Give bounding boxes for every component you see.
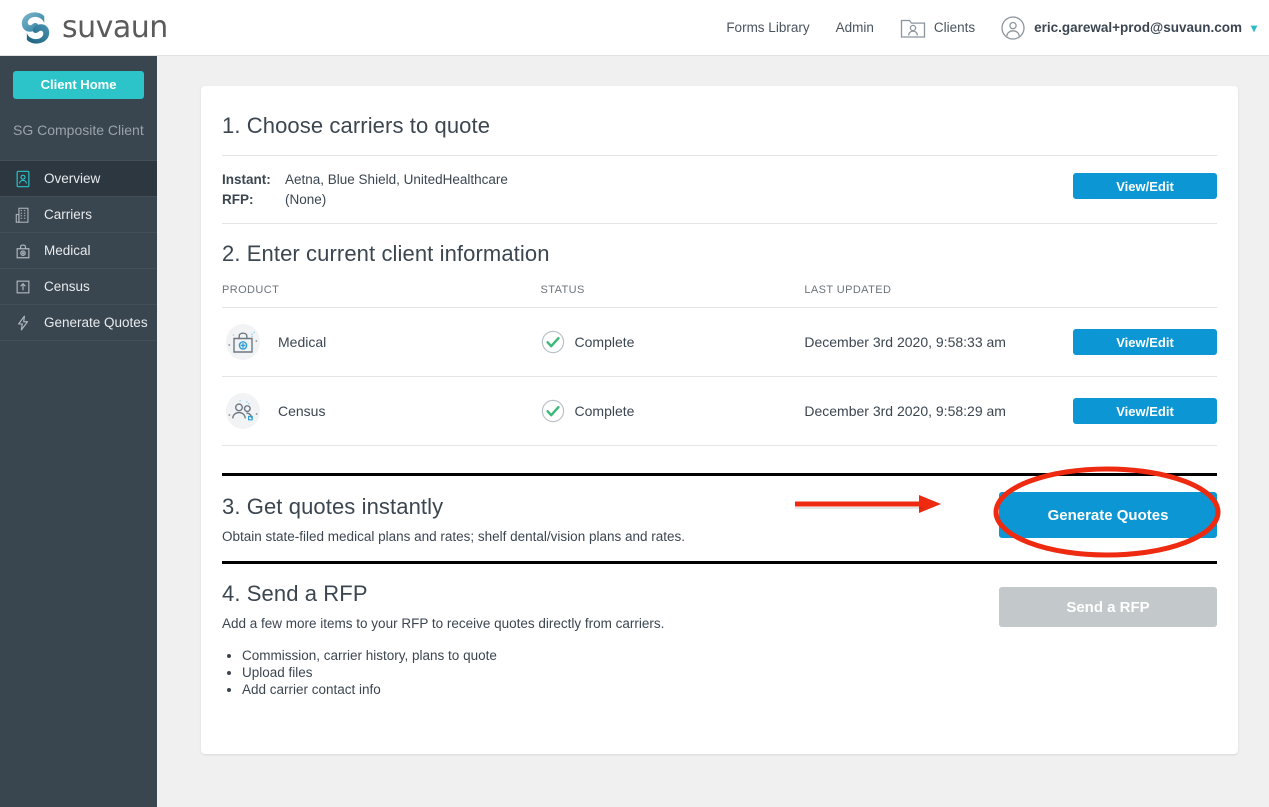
sidebar-item-label: Census xyxy=(44,279,90,294)
list-item: Upload files xyxy=(242,665,1217,681)
upload-box-icon xyxy=(16,280,30,293)
send-rfp-button: Send a RFP xyxy=(999,587,1217,627)
cell-action: View/Edit xyxy=(1073,376,1217,446)
table-row: Census Complete December 3rd 2020, 9:58:… xyxy=(222,376,1217,446)
column-header-action xyxy=(1073,284,1217,308)
nav-clients[interactable]: Clients xyxy=(900,17,975,39)
sidebar-item-label: Medical xyxy=(44,243,91,258)
column-header-product: PRODUCT xyxy=(222,284,541,308)
carrier-summary: Instant: Aetna, Blue Shield, UnitedHealt… xyxy=(222,170,508,210)
sidebar: Client Home SG Composite Client Overview… xyxy=(0,56,157,807)
list-item: Commission, carrier history, plans to qu… xyxy=(242,648,1217,664)
cell-product: Medical xyxy=(222,307,541,377)
medical-bag-icon xyxy=(16,243,30,258)
status-complete-check-icon xyxy=(541,399,564,423)
cell-last-updated: December 3rd 2020, 9:58:29 am xyxy=(804,376,1073,446)
sidebar-item-label: Generate Quotes xyxy=(44,315,148,330)
nav-forms-library[interactable]: Forms Library xyxy=(726,20,809,35)
cell-status: Complete xyxy=(540,376,805,446)
table-row: Medical Complete December 3rd 2020, 9:58… xyxy=(222,307,1217,377)
status-complete-check-icon xyxy=(541,330,564,354)
column-header-status: STATUS xyxy=(540,284,805,308)
suvaun-logo[interactable]: suvaun xyxy=(14,6,168,50)
medical-view-edit-button[interactable]: View/Edit xyxy=(1073,329,1217,355)
product-name: Census xyxy=(278,403,326,419)
section-send-rfp: 4. Send a RFP Add a few more items to yo… xyxy=(222,564,1217,698)
section-choose-carriers: 1. Choose carriers to quote xyxy=(222,86,1217,139)
list-item: Add carrier contact info xyxy=(242,682,1217,698)
status-label: Complete xyxy=(574,403,635,419)
product-name: Medical xyxy=(278,334,327,350)
building-icon xyxy=(15,207,29,223)
generate-quotes-button[interactable]: Generate Quotes xyxy=(999,492,1217,538)
section2-title: 2. Enter current client information xyxy=(222,241,550,266)
brand-name: suvaun xyxy=(62,10,168,45)
rfp-label: RFP: xyxy=(222,192,254,207)
sidebar-item-label: Carriers xyxy=(44,207,93,222)
sidebar-item-carriers[interactable]: Carriers xyxy=(0,197,157,233)
overview-card: 1. Choose carriers to quote Instant: Aet… xyxy=(201,86,1238,754)
section-get-quotes: 3. Get quotes instantly Obtain state-fil… xyxy=(222,476,1217,561)
client-home-button[interactable]: Client Home xyxy=(13,71,144,99)
cell-status: Complete xyxy=(540,307,805,377)
id-badge-icon xyxy=(16,170,30,187)
status-label: Complete xyxy=(574,334,635,350)
avatar-icon xyxy=(1001,15,1025,40)
people-group-icon xyxy=(226,393,260,429)
nav-clients-label: Clients xyxy=(933,20,976,35)
rfp-requirements-list: Commission, carrier history, plans to qu… xyxy=(242,648,1217,698)
instant-value: Aetna, Blue Shield, UnitedHealthcare xyxy=(285,172,508,187)
main-content: 1. Choose carriers to quote Instant: Aet… xyxy=(157,56,1269,807)
cell-action: View/Edit xyxy=(1073,307,1217,377)
cell-product: Census xyxy=(222,376,541,446)
sidebar-nav: Overview Carriers Medical Census Generat… xyxy=(0,160,157,341)
instant-label: Instant: xyxy=(222,172,271,187)
client-name: SG Composite Client xyxy=(13,122,144,138)
user-menu[interactable]: eric.garewal+prod@suvaun.com ▾ xyxy=(1001,15,1257,40)
chevron-down-icon: ▾ xyxy=(1250,20,1257,35)
section1-title: 1. Choose carriers to quote xyxy=(222,113,491,138)
clients-folder-icon xyxy=(900,19,925,38)
suvaun-swirl-icon xyxy=(21,11,50,44)
census-view-edit-button[interactable]: View/Edit xyxy=(1073,398,1217,424)
section-client-information: 2. Enter current client information PROD… xyxy=(222,224,1217,446)
cell-last-updated: December 3rd 2020, 9:58:33 am xyxy=(804,307,1073,377)
sidebar-item-overview[interactable]: Overview xyxy=(0,161,157,197)
lightning-bolt-icon xyxy=(18,315,29,330)
sidebar-item-census[interactable]: Census xyxy=(0,269,157,305)
sidebar-item-medical[interactable]: Medical xyxy=(0,233,157,269)
section1-body: Instant: Aetna, Blue Shield, UnitedHealt… xyxy=(222,156,1217,223)
section1-view-edit-button[interactable]: View/Edit xyxy=(1073,173,1217,199)
rfp-value: (None) xyxy=(285,192,327,207)
products-table: PRODUCT STATUS LAST UPDATED Medical Comp… xyxy=(222,284,1217,446)
column-header-last-updated: LAST UPDATED xyxy=(804,284,1073,308)
table-header-row: PRODUCT STATUS LAST UPDATED xyxy=(222,284,1217,308)
nav-admin[interactable]: Admin xyxy=(836,20,874,35)
top-bar: suvaun Forms Library Admin Clients eric.… xyxy=(0,0,1269,56)
sidebar-item-label: Overview xyxy=(44,171,101,186)
sidebar-item-generate-quotes[interactable]: Generate Quotes xyxy=(0,305,157,341)
medical-bag-icon xyxy=(226,324,260,360)
user-email: eric.garewal+prod@suvaun.com xyxy=(1034,20,1242,35)
top-navigation: Forms Library Admin Clients eric.garewal… xyxy=(726,15,1257,40)
